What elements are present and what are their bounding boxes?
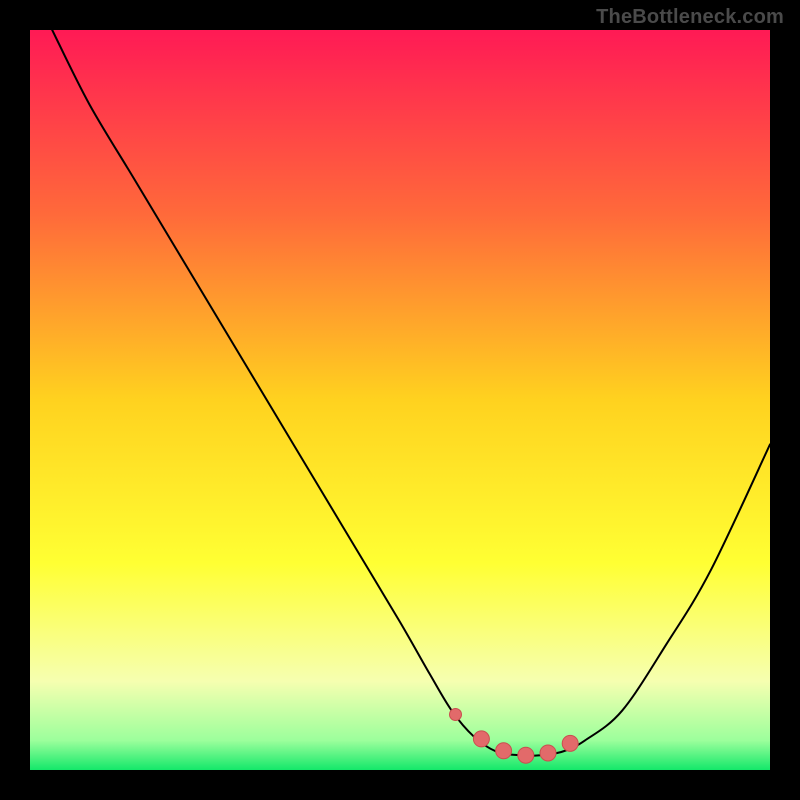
plot-area <box>30 30 770 770</box>
marker-dot <box>562 735 578 751</box>
chart-svg <box>30 30 770 770</box>
gradient-rect <box>30 30 770 770</box>
marker-dot <box>540 745 556 761</box>
chart-container: TheBottleneck.com <box>0 0 800 800</box>
marker-dot <box>473 731 489 747</box>
marker-dot <box>518 747 534 763</box>
watermark-label: TheBottleneck.com <box>596 6 784 29</box>
marker-dot <box>450 709 462 721</box>
marker-dot <box>496 743 512 759</box>
